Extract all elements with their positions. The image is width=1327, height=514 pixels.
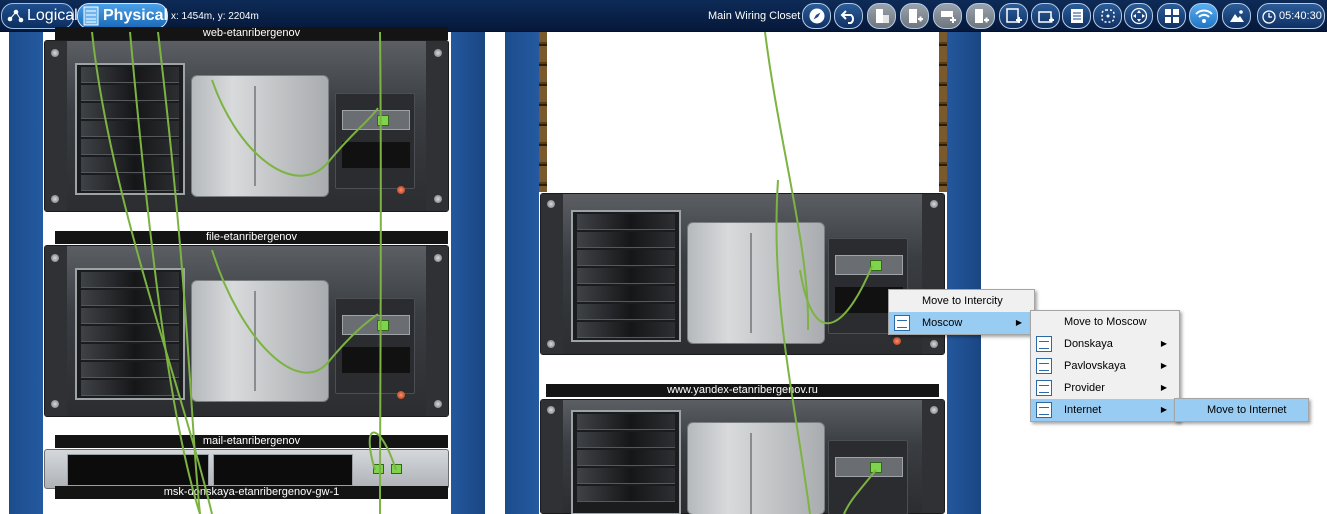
gateway-port[interactable] (373, 464, 384, 474)
clock-icon (1262, 10, 1276, 24)
server-yandex[interactable] (540, 193, 945, 355)
background-image-icon[interactable] (1222, 3, 1251, 29)
back-icon[interactable] (834, 3, 863, 29)
clock-time: 05:40:30 (1279, 10, 1322, 22)
ethernet-port[interactable] (377, 115, 389, 126)
server-web[interactable] (44, 40, 449, 212)
physical-mode-button[interactable]: Physical (77, 3, 168, 29)
drive-bays (571, 210, 681, 342)
building-icon (1036, 336, 1052, 352)
location-label: Main Wiring Closet (708, 10, 801, 22)
ethernet-port[interactable] (870, 260, 882, 271)
network-module (335, 298, 415, 394)
ethernet-port[interactable] (377, 320, 389, 331)
menu-item-move-to-moscow[interactable]: Move to Moscow (1031, 311, 1179, 333)
device-label-yandex: www.yandex-etanribergenov.ru (546, 384, 939, 397)
menu-item-move-to-intercity[interactable]: Move to Intercity (889, 290, 1034, 312)
network-module (828, 440, 908, 514)
menu-item-move-to-internet[interactable]: Move to Internet (1175, 399, 1308, 421)
cursor-coordinates: x: 1454m, y: 2204m (171, 11, 259, 22)
submenu-arrow-icon: ▶ (1160, 405, 1167, 414)
context-menu-level3: Move to Internet (1174, 398, 1309, 422)
logical-mode-button[interactable]: Logical (1, 3, 78, 29)
wireless-icon[interactable] (1189, 3, 1218, 29)
power-led (893, 337, 901, 345)
ethernet-port[interactable] (870, 462, 882, 473)
context-menu-level2: Move to Moscow Donskaya ▶ Pavlovskaya ▶ … (1030, 310, 1180, 422)
building-icon (1036, 358, 1052, 374)
building-icon (1036, 380, 1052, 396)
menu-item-moscow[interactable]: Moscow ▶ (889, 312, 1034, 334)
server-file[interactable] (44, 245, 449, 417)
new-closet-icon[interactable] (999, 3, 1028, 29)
device-label-mail: mail-etanribergenov (55, 435, 448, 448)
network-module (335, 93, 415, 189)
new-shelf-icon[interactable] (933, 3, 962, 29)
device-label-web: web-etanribergenov (55, 27, 448, 40)
device-label-gateway: msk-donskaya-etanribergenov-gw-1 (55, 486, 448, 499)
gateway-port[interactable] (391, 464, 402, 474)
device-label-file: file-etanribergenov (55, 231, 448, 244)
inventory-icon[interactable] (1062, 3, 1091, 29)
city-icon (894, 315, 910, 331)
menu-item-donskaya[interactable]: Donskaya ▶ (1031, 333, 1179, 355)
workspace-icon[interactable] (1093, 3, 1122, 29)
power-supply (687, 422, 825, 514)
submenu-arrow-icon: ▶ (1160, 383, 1167, 392)
submenu-arrow-icon: ▶ (1160, 339, 1167, 348)
menu-item-pavlovskaya[interactable]: Pavlovskaya ▶ (1031, 355, 1179, 377)
power-supply (687, 222, 825, 344)
move-object-icon[interactable] (867, 3, 896, 29)
physical-rack-icon (83, 6, 99, 26)
power-supply (191, 280, 329, 402)
new-device-icon[interactable] (966, 3, 995, 29)
grid-icon[interactable] (1157, 3, 1186, 29)
menu-item-internet[interactable]: Internet ▶ (1031, 399, 1179, 421)
submenu-arrow-icon: ▶ (1015, 318, 1022, 327)
context-menu-level1: Move to Intercity Moscow ▶ (888, 289, 1035, 335)
power-led (397, 186, 405, 194)
logical-mode-label: Logical (27, 7, 78, 24)
new-rack-icon[interactable] (900, 3, 929, 29)
gateway-device[interactable] (44, 449, 449, 489)
drive-bays (571, 410, 681, 514)
rack-rail (939, 32, 947, 192)
navigate-icon[interactable] (802, 3, 831, 29)
new-building-icon[interactable] (1031, 3, 1060, 29)
physical-mode-label: Physical (103, 7, 168, 24)
rack-rail (539, 32, 547, 192)
menu-item-provider[interactable]: Provider ▶ (1031, 377, 1179, 399)
pan-icon[interactable] (1124, 3, 1153, 29)
building-icon (1036, 402, 1052, 418)
submenu-arrow-icon: ▶ (1160, 361, 1167, 370)
simulation-clock[interactable]: 05:40:30 (1257, 3, 1325, 29)
power-supply (191, 75, 329, 197)
server-lower[interactable] (540, 399, 945, 514)
power-led (397, 391, 405, 399)
drive-bays (75, 63, 185, 195)
drive-bays (75, 268, 185, 400)
logical-topology-icon (7, 9, 24, 23)
